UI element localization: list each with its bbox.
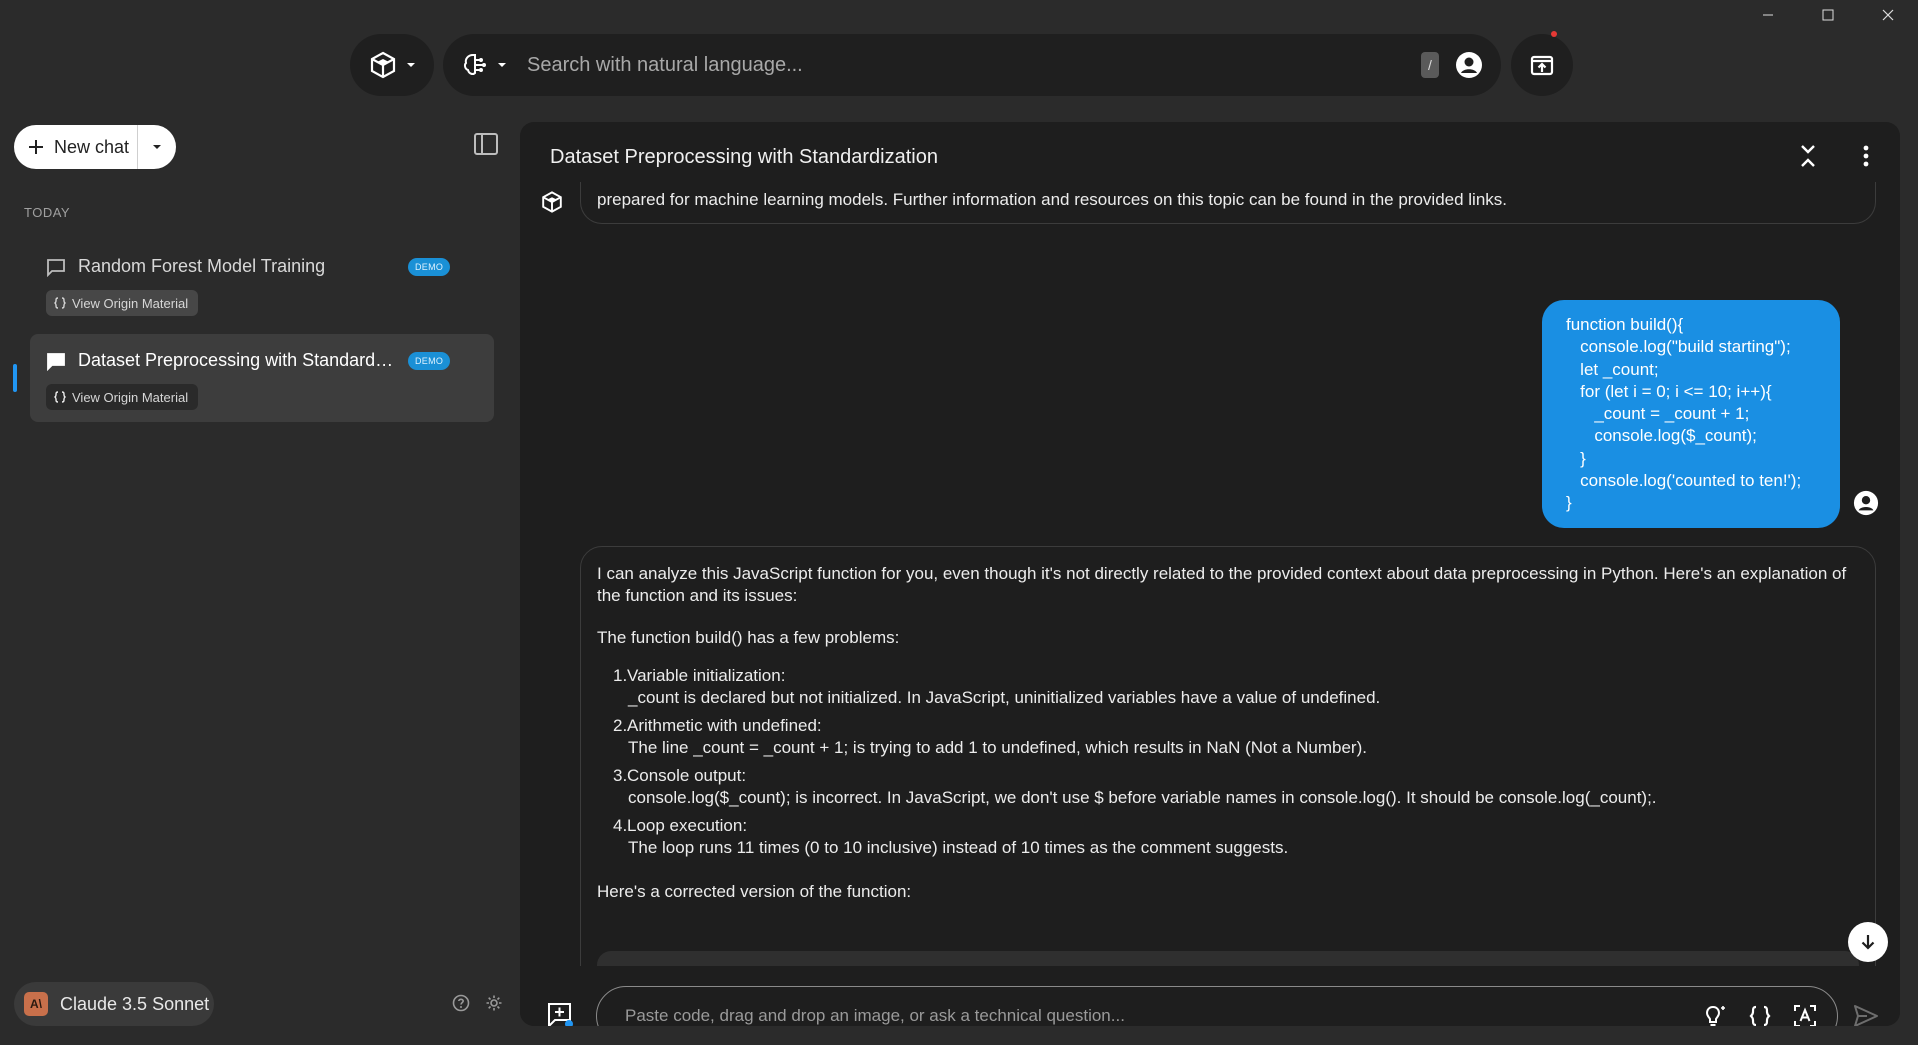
chat-list-item[interactable]: Random Forest Model Training DEMO View O…: [30, 240, 494, 328]
sidebar-panel-icon: [474, 133, 498, 155]
user-avatar: [1853, 490, 1879, 516]
list-item-title: Loop execution:: [627, 816, 748, 835]
user-message-bubble: function build(){ console.log("build sta…: [1542, 300, 1840, 528]
list-item: 2.Arithmetic with undefined: The line _c…: [613, 715, 1859, 759]
problem-list: 1.Variable initialization: _count is dec…: [613, 665, 1859, 859]
scroll-to-bottom-button[interactable]: [1848, 922, 1888, 962]
model-selector-button[interactable]: A\ Claude 3.5 Sonnet: [14, 982, 214, 1026]
message-input[interactable]: Paste code, drag and drop an image, or a…: [625, 1006, 1703, 1026]
search-mode-selector[interactable]: [461, 51, 507, 79]
assistant-intro: I can analyze this JavaScript function f…: [597, 564, 1847, 605]
chat-add-icon: [548, 1003, 573, 1026]
brain-icon: [463, 54, 486, 75]
anthropic-logo-icon: A\: [24, 992, 48, 1016]
active-chat-indicator: [13, 364, 17, 392]
list-number: 3.: [613, 766, 628, 785]
notification-dot: [1551, 31, 1557, 37]
send-icon: [1854, 1005, 1878, 1026]
code-braces-icon[interactable]: [1749, 1005, 1771, 1026]
account-icon[interactable]: [1455, 51, 1483, 79]
list-item: 4.Loop execution: The loop runs 11 times…: [613, 815, 1859, 859]
list-item: 1.Variable initialization: _count is dec…: [613, 665, 1859, 709]
search-input[interactable]: Search with natural language...: [527, 54, 1421, 77]
assistant-avatar: [540, 190, 564, 214]
arrow-down-icon: [1861, 935, 1875, 950]
help-icon: [452, 994, 470, 1012]
close-button[interactable]: [1858, 0, 1918, 30]
list-item: 3.Console output: console.log($_count); …: [613, 765, 1859, 809]
upload-button[interactable]: [1511, 34, 1573, 96]
chat-title: Random Forest Model Training: [78, 256, 326, 276]
list-item-desc: The line _count = _count + 1; is trying …: [628, 738, 1367, 757]
list-number: 4.: [613, 816, 628, 835]
maximize-icon: [1822, 9, 1834, 21]
more-options-button[interactable]: [1862, 144, 1870, 168]
model-name: Claude 3.5 Sonnet: [60, 993, 210, 1014]
code-braces-icon: [54, 391, 66, 403]
list-number: 2.: [613, 716, 628, 735]
collapse-icon: [1801, 145, 1815, 167]
list-item-desc: _count is declared but not initialized. …: [628, 688, 1381, 707]
chevron-down-icon: [407, 63, 415, 67]
chat-title: Dataset Preprocessing with Standardizati…: [78, 350, 396, 370]
conversation-panel: Dataset Preprocessing with Standardizati…: [520, 122, 1900, 1026]
list-item-desc: The loop runs 11 times (0 to 10 inclusiv…: [628, 838, 1289, 857]
list-item-title: Arithmetic with undefined:: [627, 716, 822, 735]
send-button[interactable]: [1853, 1004, 1879, 1026]
view-origin-material-label: View Origin Material: [72, 389, 189, 405]
app-switcher-button[interactable]: [350, 34, 434, 96]
shortcut-hint: /: [1421, 52, 1439, 78]
view-origin-material-button[interactable]: View Origin Material: [46, 290, 199, 316]
chat-bubble-icon: [47, 258, 65, 277]
lightbulb-icon[interactable]: [1703, 1004, 1727, 1026]
list-item-desc: console.log($_count); is incorrect. In J…: [628, 788, 1657, 807]
upload-icon: [1530, 55, 1554, 76]
assistant-outro: Here's a corrected version of the functi…: [597, 882, 912, 901]
demo-badge: DEMO: [408, 258, 451, 276]
previous-message-text: prepared for machine learning models. Fu…: [597, 190, 1508, 209]
new-chat-label: New chat: [54, 136, 130, 157]
view-origin-material-label: View Origin Material: [72, 295, 189, 311]
chevron-down-icon: [498, 63, 506, 67]
composer-tools: [1703, 1004, 1817, 1026]
conversation-title: Dataset Preprocessing with Standardizati…: [550, 146, 938, 168]
chevron-down-icon: [153, 145, 161, 149]
collapse-button[interactable]: [1798, 144, 1818, 168]
plus-icon: [29, 140, 43, 154]
previous-assistant-message: prepared for machine learning models. Fu…: [580, 182, 1876, 224]
gear-icon: [486, 995, 502, 1011]
account-icon: [1853, 490, 1879, 516]
assistant-problems-heading: The function build() has a few problems:: [597, 628, 900, 647]
more-vertical-icon: [1863, 145, 1869, 167]
sidebar-toggle-button[interactable]: [474, 133, 498, 155]
window-controls: [1738, 0, 1918, 30]
list-item-title: Console output:: [627, 766, 747, 785]
new-chat-options-button[interactable]: [138, 142, 176, 152]
view-origin-material-button[interactable]: View Origin Material: [46, 384, 199, 410]
demo-badge: DEMO: [408, 352, 451, 370]
close-icon: [1882, 9, 1894, 21]
search-bar[interactable]: Search with natural language... /: [443, 34, 1501, 96]
new-chat-button-group: New chat: [14, 125, 176, 169]
maximize-button[interactable]: [1798, 0, 1858, 30]
help-button[interactable]: [452, 994, 470, 1012]
message-list[interactable]: prepared for machine learning models. Fu…: [520, 182, 1900, 1026]
cube-logo-icon: [370, 51, 396, 79]
settings-button[interactable]: [485, 994, 503, 1012]
minimize-button[interactable]: [1738, 0, 1798, 30]
minimize-icon: [1763, 14, 1773, 16]
code-braces-icon: [54, 297, 66, 309]
list-number: 1.: [613, 666, 628, 685]
list-item-title: Variable initialization:: [627, 666, 786, 685]
chat-bubble-icon: [47, 352, 65, 371]
chat-list-item-active[interactable]: Dataset Preprocessing with Standardizati…: [30, 334, 494, 422]
cube-logo-icon: [542, 191, 562, 213]
message-composer[interactable]: Paste code, drag and drop an image, or a…: [596, 986, 1838, 1026]
new-chat-button[interactable]: New chat: [14, 125, 138, 169]
section-label-today: TODAY: [24, 205, 71, 220]
attach-context-button[interactable]: [546, 1001, 574, 1026]
assistant-message: I can analyze this JavaScript function f…: [580, 546, 1876, 1026]
text-recognition-icon[interactable]: [1793, 1004, 1817, 1026]
